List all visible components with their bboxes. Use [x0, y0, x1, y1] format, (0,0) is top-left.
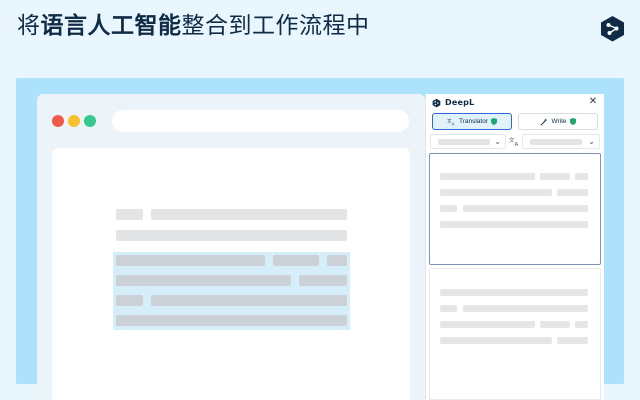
- tab-write-label: Write: [551, 118, 567, 125]
- translation-output: [429, 268, 601, 400]
- selected-text-line: [299, 275, 347, 286]
- panel-header: DeepL: [432, 95, 474, 110]
- tab-translator-label: Translator: [458, 118, 489, 125]
- text-placeholder: [440, 221, 588, 228]
- text-placeholder: [116, 209, 143, 220]
- text-placeholder: [440, 173, 535, 180]
- text-placeholder: [440, 321, 535, 328]
- tab-translator[interactable]: 文 A Translator: [432, 113, 512, 130]
- headline-prefix: 将: [17, 13, 41, 39]
- close-panel-button[interactable]: ✕: [586, 95, 600, 109]
- deepl-logo-icon: [432, 98, 441, 107]
- text-placeholder: [557, 337, 588, 344]
- chevron-down-icon: ⌄: [588, 137, 595, 146]
- chevron-down-icon: ⌄: [494, 137, 501, 146]
- selected-text-line: [116, 295, 143, 306]
- selected-text-line: [327, 255, 347, 266]
- selected-text-line: [273, 255, 319, 266]
- magic-pen-icon: [540, 117, 548, 126]
- text-placeholder: [575, 173, 588, 180]
- source-language-select[interactable]: ⌄: [430, 134, 506, 149]
- language-placeholder: [530, 139, 582, 145]
- selected-text-line: [116, 315, 347, 326]
- text-placeholder: [151, 209, 347, 220]
- language-placeholder: [438, 139, 490, 145]
- verified-shield-icon: [491, 118, 498, 125]
- text-placeholder: [463, 305, 588, 312]
- maximize-window-dot[interactable]: [84, 115, 96, 127]
- selected-text-line: [116, 255, 265, 266]
- verified-shield-icon: [569, 118, 576, 125]
- swap-languages-icon[interactable]: 文 A: [509, 136, 520, 147]
- text-placeholder: [575, 321, 588, 328]
- tab-write[interactable]: Write: [518, 113, 598, 130]
- headline-suffix: 整合到工作流程中: [181, 13, 370, 39]
- text-placeholder: [440, 205, 457, 212]
- translate-icon: 文 A: [447, 118, 454, 126]
- headline-highlight: 语言人工智能: [40, 13, 182, 39]
- deepl-logo-icon: [601, 16, 624, 42]
- close-window-dot[interactable]: [52, 115, 64, 127]
- minimize-window-dot[interactable]: [68, 115, 80, 127]
- text-placeholder: [557, 189, 588, 196]
- text-placeholder: [440, 337, 552, 344]
- selected-text-line: [116, 275, 291, 286]
- target-language-select[interactable]: ⌄: [522, 134, 600, 149]
- panel-app-name: DeepL: [445, 98, 475, 107]
- address-bar[interactable]: [112, 110, 409, 132]
- selected-text-block[interactable]: [113, 252, 350, 330]
- selected-text-line: [151, 295, 347, 306]
- text-placeholder: [440, 189, 552, 196]
- svg-text:A: A: [451, 121, 454, 125]
- svg-text:A: A: [515, 142, 519, 147]
- text-placeholder: [540, 173, 570, 180]
- text-placeholder: [440, 305, 457, 312]
- text-placeholder: [463, 205, 588, 212]
- text-placeholder: [540, 321, 570, 328]
- text-placeholder: [116, 230, 347, 241]
- text-placeholder: [440, 289, 588, 296]
- page-headline: 将语言人工智能整合到工作流程中: [17, 10, 370, 42]
